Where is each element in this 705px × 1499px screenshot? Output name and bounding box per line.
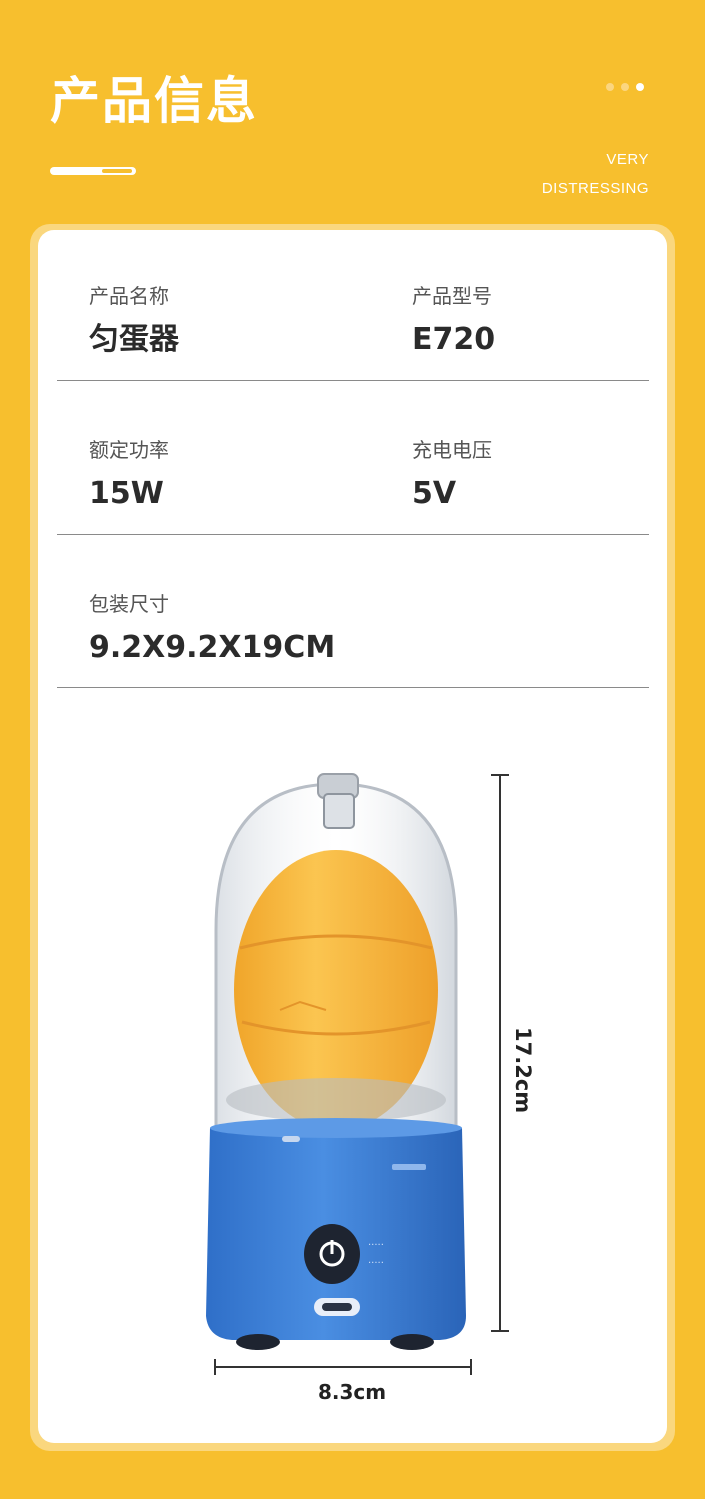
width-dimension-line <box>214 1359 472 1375</box>
spec-label: 包装尺寸 <box>89 592 169 616</box>
tagline-line-1: VERY <box>606 151 649 168</box>
spec-row-1: 产品名称 匀蛋器 产品型号 E720 <box>57 282 649 381</box>
spec-label: 额定功率 <box>89 438 169 462</box>
svg-text:·····: ····· <box>368 1240 384 1251</box>
pagination-dots <box>606 83 644 91</box>
title-underline <box>50 167 136 175</box>
spec-label: 充电电压 <box>412 438 492 462</box>
spec-charging-voltage: 充电电压 5V <box>412 436 492 512</box>
spec-value: 9.2X9.2X19CM <box>89 630 336 665</box>
pagination-dot-active <box>636 83 644 91</box>
tagline-line-2: DISTRESSING <box>541 180 649 197</box>
height-dimension-label: 17.2cm <box>511 1027 535 1114</box>
svg-text:·····: ····· <box>368 1258 384 1269</box>
spec-value: 5V <box>412 476 457 511</box>
pagination-dot <box>606 83 614 91</box>
spec-row-2: 额定功率 15W 充电电压 5V <box>57 436 649 535</box>
egg-scrambler-image: ····· ····· <box>206 773 466 1350</box>
page-title: 产品信息 <box>50 72 258 130</box>
spec-value: E720 <box>412 322 496 357</box>
pagination-dot <box>621 83 629 91</box>
spec-label: 产品型号 <box>412 284 492 308</box>
width-dimension-label: 8.3cm <box>317 1380 387 1404</box>
tagline: VERY DISTRESSING <box>542 145 649 203</box>
spec-value: 15W <box>89 476 164 511</box>
spec-value: 匀蛋器 <box>89 322 179 357</box>
spec-row-3: 包装尺寸 9.2X9.2X19CM <box>57 590 649 688</box>
spec-model: 产品型号 E720 <box>412 282 495 358</box>
spec-rated-power: 额定功率 15W <box>89 436 169 512</box>
height-dimension-line <box>491 774 509 1332</box>
spec-label: 产品名称 <box>89 284 169 308</box>
spec-package-size: 包装尺寸 9.2X9.2X19CM <box>89 590 335 666</box>
spec-product-name: 产品名称 匀蛋器 <box>89 282 179 358</box>
